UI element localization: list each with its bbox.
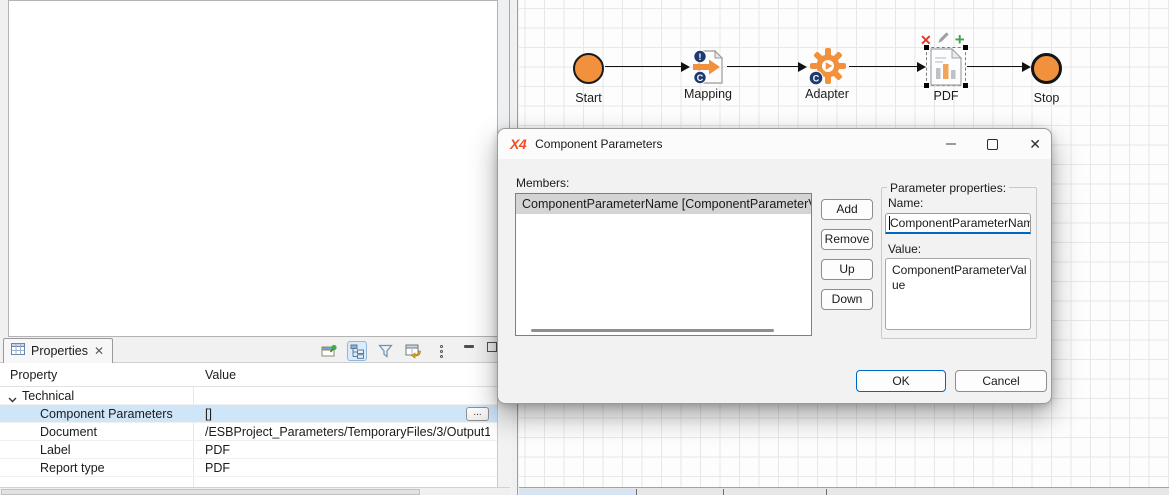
connector-arrow[interactable] bbox=[727, 61, 807, 73]
node-mapping[interactable]: ! C Mapping bbox=[689, 49, 727, 90]
table-header: Property Value bbox=[0, 363, 497, 387]
ok-button[interactable]: OK bbox=[856, 370, 946, 392]
filter-icon[interactable] bbox=[375, 341, 395, 361]
view-menu-icon[interactable] bbox=[431, 341, 451, 361]
value-textarea[interactable]: ComponentParameterValue bbox=[885, 258, 1031, 330]
property-name: Component Parameters bbox=[40, 407, 173, 421]
properties-toolbar bbox=[319, 339, 497, 363]
text-cursor bbox=[889, 216, 890, 230]
dialog-title: Component Parameters bbox=[535, 137, 662, 151]
close-icon[interactable]: ✕ bbox=[1029, 137, 1041, 151]
svg-text:C: C bbox=[697, 73, 704, 83]
down-button[interactable]: Down bbox=[821, 289, 873, 310]
scrollbar-thumb[interactable] bbox=[1, 489, 420, 495]
group-label: Parameter properties: bbox=[887, 181, 1009, 195]
minimize-icon[interactable] bbox=[946, 143, 956, 145]
table-icon bbox=[11, 342, 25, 360]
properties-tabbar: Properties ✕ bbox=[0, 338, 512, 363]
connector-arrow[interactable] bbox=[967, 61, 1031, 73]
browse-button[interactable]: ... bbox=[466, 407, 489, 421]
table-row-document[interactable]: Document /ESBProject_Parameters/Temporar… bbox=[0, 423, 497, 441]
maximize-icon[interactable] bbox=[987, 139, 998, 150]
x4-logo: X4 bbox=[510, 136, 526, 152]
arrowhead-icon bbox=[1022, 62, 1031, 72]
node-label: PDF bbox=[934, 89, 959, 103]
pdf-report-icon[interactable] bbox=[929, 73, 963, 90]
status-divider bbox=[826, 489, 827, 495]
table-row-label[interactable]: Label PDF bbox=[0, 441, 497, 459]
remove-button[interactable]: Remove bbox=[821, 229, 873, 250]
node-adapter[interactable]: C Adapter bbox=[806, 47, 848, 92]
property-name: Label bbox=[40, 443, 71, 457]
property-value: [] bbox=[205, 407, 212, 421]
horizontal-scrollbar[interactable] bbox=[0, 487, 510, 495]
node-label: Start bbox=[575, 91, 601, 105]
component-parameters-dialog: X4 Component Parameters ✕ Members: Compo… bbox=[497, 128, 1052, 404]
tab-label: Properties bbox=[31, 344, 88, 358]
property-value: PDF bbox=[205, 461, 230, 475]
tab-close-icon[interactable]: ✕ bbox=[94, 345, 104, 357]
status-segment-active[interactable] bbox=[519, 489, 637, 495]
list-item-selected[interactable]: ComponentParameterName [ComponentParamet… bbox=[516, 194, 811, 214]
table-row-technical[interactable]: Technical bbox=[0, 387, 497, 405]
node-label: Stop bbox=[1034, 91, 1060, 105]
selection-handle[interactable] bbox=[963, 83, 968, 88]
canvas-status-strip bbox=[519, 487, 1169, 495]
up-button[interactable]: Up bbox=[821, 259, 873, 280]
stop-node-icon[interactable] bbox=[1031, 53, 1062, 84]
members-listbox[interactable]: ComponentParameterName [ComponentParamet… bbox=[515, 193, 812, 336]
chevron-down-icon[interactable] bbox=[8, 392, 17, 406]
property-name: Report type bbox=[40, 461, 105, 475]
column-header-property: Property bbox=[10, 368, 57, 382]
status-divider bbox=[723, 489, 724, 495]
start-node-icon[interactable] bbox=[573, 53, 604, 84]
arrowhead-icon bbox=[917, 62, 926, 72]
connector-line bbox=[727, 66, 799, 67]
properties-view: Properties ✕ bbox=[0, 338, 512, 495]
add-button[interactable]: Add bbox=[821, 199, 873, 220]
value-label: Value: bbox=[888, 242, 921, 256]
name-label: Name: bbox=[888, 196, 923, 210]
connector-arrow[interactable] bbox=[605, 61, 690, 73]
property-name: Technical bbox=[22, 389, 74, 403]
property-name: Document bbox=[40, 425, 97, 439]
connector-arrow[interactable] bbox=[849, 61, 926, 73]
node-start[interactable]: Start bbox=[573, 53, 604, 84]
show-categories-icon[interactable] bbox=[347, 341, 367, 361]
dialog-titlebar[interactable]: X4 Component Parameters ✕ bbox=[498, 129, 1051, 159]
cancel-button[interactable]: Cancel bbox=[955, 370, 1047, 392]
connector-line bbox=[967, 66, 1023, 67]
selection-handle[interactable] bbox=[963, 45, 968, 50]
name-input[interactable]: ComponentParameterName bbox=[885, 213, 1031, 234]
connector-line bbox=[849, 66, 918, 67]
minimize-view-icon[interactable] bbox=[459, 341, 479, 361]
properties-table: Property Value Technical Component Param… bbox=[0, 363, 498, 487]
node-label: Adapter bbox=[805, 87, 849, 101]
members-label: Members: bbox=[516, 176, 569, 190]
node-pdf[interactable]: PDF bbox=[929, 48, 963, 91]
svg-text:!: ! bbox=[698, 52, 701, 63]
scrollbar-thumb[interactable] bbox=[531, 329, 774, 332]
maximize-view-icon[interactable] bbox=[487, 341, 497, 361]
connector-line bbox=[605, 66, 682, 67]
tab-properties[interactable]: Properties ✕ bbox=[3, 338, 113, 363]
table-row-report-type[interactable]: Report type PDF bbox=[0, 459, 497, 477]
application-window: Start ! C Mapping bbox=[0, 0, 1169, 495]
svg-text:C: C bbox=[813, 74, 820, 84]
list-horizontal-scrollbar[interactable] bbox=[517, 329, 810, 333]
property-value: /ESBProject_Parameters/TemporaryFiles/3/… bbox=[205, 425, 490, 439]
node-stop[interactable]: Stop bbox=[1031, 53, 1062, 84]
pin-view-icon[interactable] bbox=[319, 341, 339, 361]
column-header-value: Value bbox=[205, 368, 236, 382]
name-input-value: ComponentParameterName bbox=[889, 214, 1031, 232]
table-row-component-parameters[interactable]: Component Parameters [] ... bbox=[0, 405, 497, 423]
editor-blank-panel[interactable] bbox=[8, 0, 498, 337]
restore-defaults-icon[interactable] bbox=[403, 341, 423, 361]
node-label: Mapping bbox=[684, 87, 732, 101]
property-value: PDF bbox=[205, 443, 230, 457]
